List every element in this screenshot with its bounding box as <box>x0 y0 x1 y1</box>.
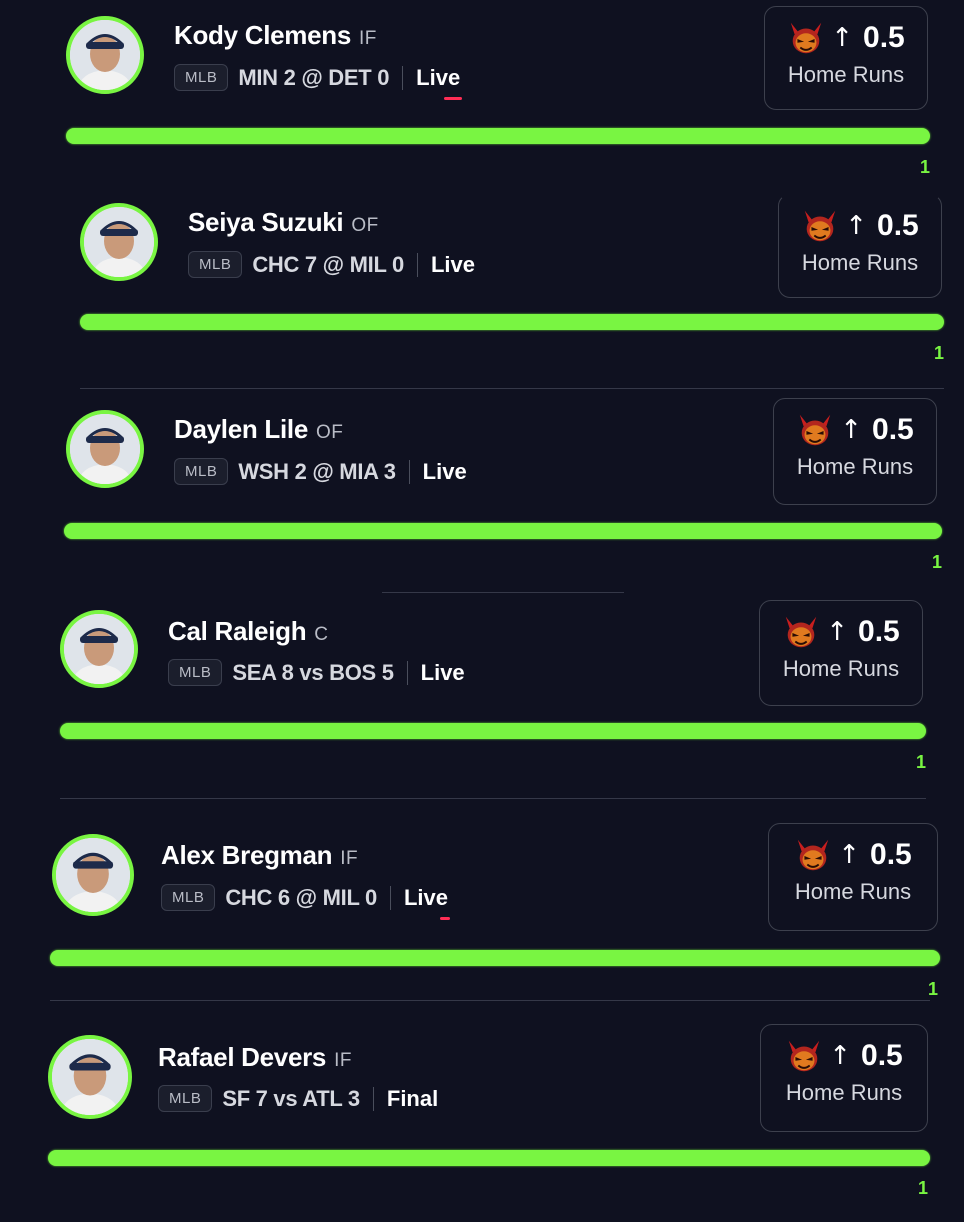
divider <box>50 1000 930 1001</box>
divider <box>382 592 624 593</box>
progress-bar <box>48 1150 930 1166</box>
separator <box>402 65 404 90</box>
player-name[interactable]: Alex Bregman <box>161 840 333 870</box>
player-position: IF <box>334 1050 352 1071</box>
pick-line-box[interactable]: ↑ 0.5 Home Runs <box>778 194 942 298</box>
game-score: WSH 2 @ MIA 3 <box>238 458 396 484</box>
league-badge: MLB <box>158 1085 213 1112</box>
separator <box>408 459 410 484</box>
game-score: SEA 8 vs BOS 5 <box>232 659 394 685</box>
player-avatar <box>80 203 158 281</box>
pick-card[interactable]: Daylen Lile OF MLB WSH 2 @ MIA 3 Live ↑ 0… <box>0 398 964 598</box>
arrow-up-icon: ↑ <box>831 23 854 53</box>
devil-icon <box>785 1037 823 1075</box>
progress-bar <box>60 723 926 739</box>
line-value: 0.5 <box>863 21 905 54</box>
player-avatar <box>66 16 144 94</box>
separator <box>389 885 391 910</box>
stat-type: Home Runs <box>782 656 900 681</box>
player-avatar <box>66 410 144 488</box>
divider <box>60 798 926 799</box>
line-value: 0.5 <box>870 838 912 871</box>
player-name[interactable]: Seiya Suzuki <box>188 207 344 237</box>
arrow-up-icon: ↑ <box>826 617 849 647</box>
player-position: IF <box>340 848 359 869</box>
game-score: MIN 2 @ DET 0 <box>238 64 390 90</box>
progress-count: 1 <box>932 552 943 572</box>
league-badge: MLB <box>161 884 216 911</box>
stat-type: Home Runs <box>801 250 919 275</box>
pick-card[interactable]: Rafael Devers IF MLB SF 7 vs ATL 3 Final … <box>0 1022 964 1222</box>
progress-bar <box>50 950 940 966</box>
game-score: CHC 7 @ MIL 0 <box>252 251 404 277</box>
player-name[interactable]: Kody Clemens <box>174 20 351 50</box>
arrow-up-icon: ↑ <box>845 211 868 241</box>
progress-bar <box>64 523 942 539</box>
game-status: Live <box>420 659 465 685</box>
arrow-up-icon: ↑ <box>838 840 861 870</box>
line-value: 0.5 <box>877 209 919 242</box>
pick-line-box[interactable]: ↑ 0.5 Home Runs <box>773 398 937 505</box>
line-value: 0.5 <box>858 615 900 648</box>
devil-icon <box>796 411 834 449</box>
league-badge: MLB <box>174 458 229 485</box>
pick-line-box[interactable]: ↑ 0.5 Home Runs <box>760 1024 928 1132</box>
separator <box>406 660 408 685</box>
game-status: Live <box>404 885 450 920</box>
devil-icon <box>794 836 832 874</box>
player-avatar <box>60 610 138 688</box>
pick-card[interactable]: Seiya Suzuki OF MLB CHC 7 @ MIL 0 Live ↑ … <box>0 190 964 390</box>
devil-icon <box>787 19 825 57</box>
live-indicator <box>439 916 450 920</box>
progress-bar <box>80 314 944 330</box>
game-status: Final <box>386 1085 439 1111</box>
separator <box>372 1086 374 1111</box>
separator <box>416 252 418 277</box>
league-badge: MLB <box>188 251 243 278</box>
league-badge: MLB <box>174 64 229 91</box>
game-status: Live <box>422 458 467 484</box>
pick-card[interactable]: Kody Clemens IF MLB MIN 2 @ DET 0 Live ↑ … <box>0 0 964 200</box>
live-indicator <box>444 96 463 100</box>
divider <box>80 388 944 389</box>
arrow-up-icon: ↑ <box>829 1041 852 1071</box>
player-avatar <box>52 834 134 916</box>
player-position: IF <box>359 28 377 49</box>
player-name[interactable]: Rafael Devers <box>158 1042 326 1072</box>
stat-type: Home Runs <box>787 62 905 87</box>
player-position: OF <box>351 215 379 236</box>
game-status: Live <box>430 251 475 277</box>
progress-count: 1 <box>928 979 939 999</box>
progress-bar <box>66 128 930 144</box>
game-status: Live <box>416 65 463 100</box>
stat-type: Home Runs <box>796 454 914 479</box>
progress-count: 1 <box>916 752 927 772</box>
pick-card[interactable]: Alex Bregman IF MLB CHC 6 @ MIL 0 Live ↑ … <box>0 816 964 1016</box>
progress-count: 1 <box>934 343 945 363</box>
arrow-up-icon: ↑ <box>840 415 863 445</box>
devil-icon <box>782 613 820 651</box>
pick-line-box[interactable]: ↑ 0.5 Home Runs <box>759 600 923 706</box>
game-score: SF 7 vs ATL 3 <box>222 1085 360 1111</box>
game-score: CHC 6 @ MIL 0 <box>225 884 377 910</box>
pick-line-box[interactable]: ↑ 0.5 Home Runs <box>764 6 928 110</box>
pick-card[interactable]: Cal Raleigh C MLB SEA 8 vs BOS 5 Live ↑ 0… <box>0 600 964 800</box>
player-name[interactable]: Daylen Lile <box>174 414 308 444</box>
league-badge: MLB <box>168 659 223 686</box>
player-position: C <box>314 624 329 645</box>
stat-type: Home Runs <box>785 1080 903 1105</box>
pick-line-box[interactable]: ↑ 0.5 Home Runs <box>768 823 938 931</box>
line-value: 0.5 <box>861 1039 903 1072</box>
player-name[interactable]: Cal Raleigh <box>168 616 307 646</box>
player-avatar <box>48 1035 132 1119</box>
line-value: 0.5 <box>872 413 914 446</box>
devil-icon <box>801 207 839 245</box>
stat-type: Home Runs <box>794 879 912 904</box>
player-position: OF <box>315 422 344 443</box>
progress-count: 1 <box>920 157 931 177</box>
